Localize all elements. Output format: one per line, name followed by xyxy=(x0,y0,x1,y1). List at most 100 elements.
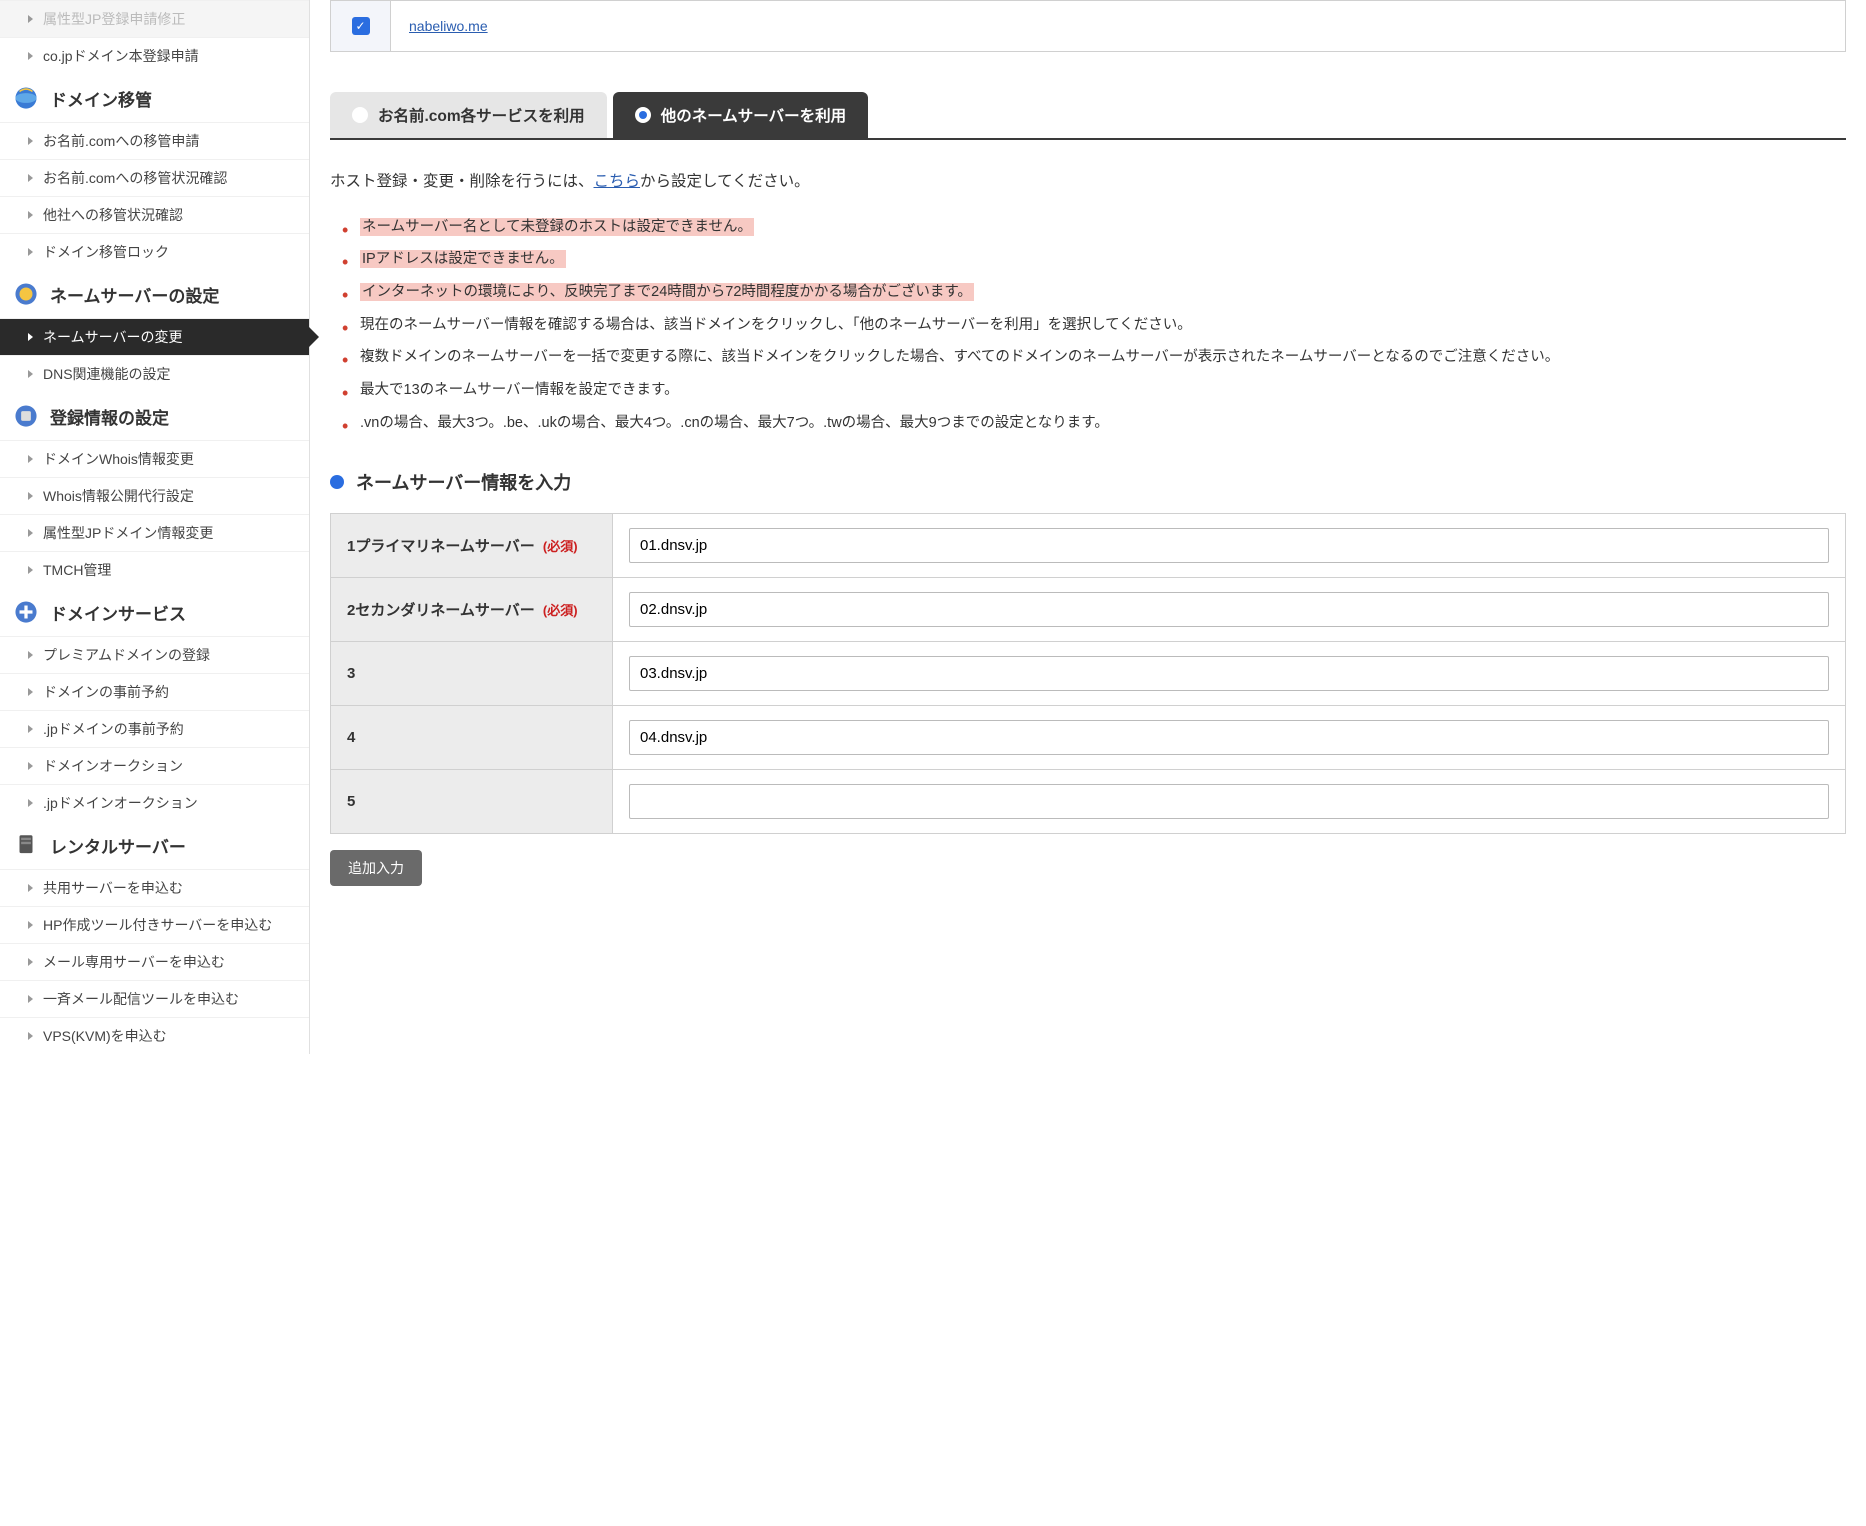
caret-icon xyxy=(28,651,33,659)
sidebar-item[interactable]: メール専用サーバーを申込む xyxy=(0,943,309,980)
sidebar-item-label: ドメインの事前予約 xyxy=(43,682,169,702)
tab-label: お名前.com各サービスを利用 xyxy=(378,104,585,126)
ns-row-label: 4 xyxy=(331,706,613,770)
sidebar-item-label: .jpドメインオークション xyxy=(43,793,198,813)
note-item: IPアドレスは設定できません。 xyxy=(360,243,1846,276)
caret-icon xyxy=(28,958,33,966)
note-item: ネームサーバー名として未登録のホストは設定できません。 xyxy=(360,211,1846,244)
tab-label: 他のネームサーバーを利用 xyxy=(661,104,846,126)
nameserver-input-1[interactable] xyxy=(629,528,1829,563)
radio-icon xyxy=(352,107,368,123)
caret-icon xyxy=(28,370,33,378)
caret-icon xyxy=(28,455,33,463)
sidebar-item[interactable]: 他社への移管状況確認 xyxy=(0,196,309,233)
sidebar-item-label: DNS関連機能の設定 xyxy=(43,364,171,384)
sidebar-item[interactable]: ドメイン移管ロック xyxy=(0,233,309,270)
sidebar-item[interactable]: .jpドメインの事前予約 xyxy=(0,710,309,747)
sidebar-section-domain-service: ドメインサービス xyxy=(0,588,309,636)
sidebar-item[interactable]: 共用サーバーを申込む xyxy=(0,869,309,906)
nameserver-input-2[interactable] xyxy=(629,592,1829,627)
caret-icon xyxy=(28,921,33,929)
nameserver-input-3[interactable] xyxy=(629,656,1829,691)
bullet-icon xyxy=(330,475,344,489)
sidebar-item-label: プレミアムドメインの登録 xyxy=(43,645,210,665)
sidebar-item-label: ドメインWhois情報変更 xyxy=(43,449,194,469)
sidebar-item[interactable]: ドメインの事前予約 xyxy=(0,673,309,710)
sidebar-section-title: レンタルサーバー xyxy=(50,833,186,858)
domain-link[interactable]: nabeliwo.me xyxy=(409,18,488,34)
table-row: 5 xyxy=(331,770,1846,834)
sidebar-item-label: 共用サーバーを申込む xyxy=(43,878,183,898)
sidebar-item[interactable]: お名前.comへの移管申請 xyxy=(0,122,309,159)
note-item: .vnの場合、最大3つ。.be、.ukの場合、最大4つ。.cnの場合、最大7つ。… xyxy=(360,407,1846,440)
sidebar-item[interactable]: 属性型JPドメイン情報変更 xyxy=(0,514,309,551)
table-row: ✓ nabeliwo.me xyxy=(331,1,1846,52)
caret-icon xyxy=(28,1032,33,1040)
main-content: ✓ nabeliwo.me お名前.com各サービスを利用 他のネームサーバーを… xyxy=(310,0,1866,1054)
caret-icon xyxy=(28,52,33,60)
sidebar-section-title: 登録情報の設定 xyxy=(50,404,169,429)
sidebar: 属性型JP登録申請修正 co.jpドメイン本登録申請 ドメイン移管 お名前.co… xyxy=(0,0,310,1054)
globe-icon xyxy=(12,84,40,112)
table-row: 4 xyxy=(331,706,1846,770)
caret-icon xyxy=(28,248,33,256)
sidebar-item[interactable]: co.jpドメイン本登録申請 xyxy=(0,37,309,74)
caret-icon xyxy=(28,566,33,574)
caret-icon xyxy=(28,174,33,182)
sidebar-item[interactable]: お名前.comへの移管状況確認 xyxy=(0,159,309,196)
caret-icon xyxy=(28,333,33,341)
sidebar-item-label: TMCH管理 xyxy=(43,560,111,580)
nameserver-table: 1プライマリネームサーバー (必須) 2セカンダリネームサーバー (必須) 3 … xyxy=(330,513,1846,834)
domain-checkbox[interactable]: ✓ xyxy=(352,17,370,35)
sidebar-item[interactable]: ドメインWhois情報変更 xyxy=(0,440,309,477)
ns-row-label: 1プライマリネームサーバー (必須) xyxy=(331,514,613,578)
caret-icon xyxy=(28,799,33,807)
note-item: 複数ドメインのネームサーバーを一括で変更する際に、該当ドメインをクリックした場合… xyxy=(360,341,1846,374)
sidebar-item-label: .jpドメインの事前予約 xyxy=(43,719,184,739)
sidebar-item[interactable]: VPS(KVM)を申込む xyxy=(0,1017,309,1054)
nameserver-input-4[interactable] xyxy=(629,720,1829,755)
ns-row-label: 5 xyxy=(331,770,613,834)
note-item: 現在のネームサーバー情報を確認する場合は、該当ドメインをクリックし、「他のネーム… xyxy=(360,309,1846,342)
sidebar-item[interactable]: ドメインオークション xyxy=(0,747,309,784)
caret-icon xyxy=(28,995,33,1003)
sidebar-item-label: ドメイン移管ロック xyxy=(43,242,169,262)
sidebar-item[interactable]: .jpドメインオークション xyxy=(0,784,309,821)
caret-icon xyxy=(28,492,33,500)
sidebar-item-label: ドメインオークション xyxy=(43,756,183,776)
sidebar-item[interactable]: Whois情報公開代行設定 xyxy=(0,477,309,514)
settings-icon xyxy=(12,402,40,430)
add-input-button[interactable]: 追加入力 xyxy=(330,850,422,886)
caret-icon xyxy=(28,529,33,537)
note-item: 最大で13のネームサーバー情報を設定できます。 xyxy=(360,374,1846,407)
caret-icon xyxy=(28,725,33,733)
ns-row-label: 2セカンダリネームサーバー (必須) xyxy=(331,578,613,642)
sidebar-item-nameserver-change[interactable]: ネームサーバーの変更 xyxy=(0,318,309,355)
sidebar-item-label: co.jpドメイン本登録申請 xyxy=(43,46,199,66)
table-row: 1プライマリネームサーバー (必須) xyxy=(331,514,1846,578)
sidebar-item[interactable]: DNS関連機能の設定 xyxy=(0,355,309,392)
caret-icon xyxy=(28,884,33,892)
table-row: 2セカンダリネームサーバー (必須) xyxy=(331,578,1846,642)
sidebar-item[interactable]: HP作成ツール付きサーバーを申込む xyxy=(0,906,309,943)
sidebar-item-label: 属性型JPドメイン情報変更 xyxy=(43,523,213,543)
tab-other-nameserver[interactable]: 他のネームサーバーを利用 xyxy=(613,92,868,138)
sidebar-item[interactable]: 属性型JP登録申請修正 xyxy=(0,0,309,37)
sidebar-item[interactable]: TMCH管理 xyxy=(0,551,309,588)
host-settings-link[interactable]: こちら xyxy=(594,173,641,190)
tab-onamae-services[interactable]: お名前.com各サービスを利用 xyxy=(330,92,607,138)
sidebar-item[interactable]: プレミアムドメインの登録 xyxy=(0,636,309,673)
table-row: 3 xyxy=(331,642,1846,706)
sidebar-item-label: お名前.comへの移管申請 xyxy=(43,131,199,151)
wrench-icon xyxy=(12,280,40,308)
sidebar-item[interactable]: 一斉メール配信ツールを申込む xyxy=(0,980,309,1017)
caret-icon xyxy=(28,211,33,219)
nameserver-input-5[interactable] xyxy=(629,784,1829,819)
server-icon xyxy=(12,831,40,859)
nameserver-tabs: お名前.com各サービスを利用 他のネームサーバーを利用 xyxy=(330,92,1846,140)
sidebar-section-nameserver: ネームサーバーの設定 xyxy=(0,270,309,318)
sidebar-section-title: ドメインサービス xyxy=(50,600,186,625)
caret-icon xyxy=(28,762,33,770)
radio-icon xyxy=(635,107,651,123)
sidebar-item-label: ネームサーバーの変更 xyxy=(43,327,182,347)
